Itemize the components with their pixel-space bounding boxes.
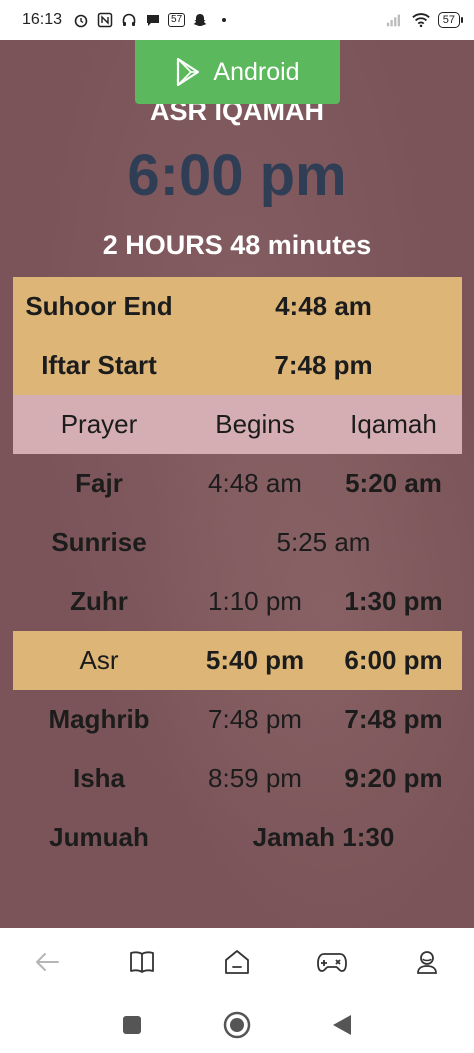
table-row-zuhr: Zuhr 1:10 pm 1:30 pm — [13, 572, 462, 631]
profile-icon — [416, 951, 437, 974]
games-button[interactable] — [308, 938, 356, 986]
prayer-name: Sunrise — [51, 527, 147, 557]
table-row-fajr: Fajr 4:48 am 5:20 am — [13, 454, 462, 513]
wifi-icon — [412, 11, 430, 29]
table-row-jumuah: Jumuah Jamah 1:30 — [13, 808, 462, 867]
chat-icon — [144, 11, 162, 29]
headphones-icon — [120, 11, 138, 29]
table-row-sunrise: Sunrise 5:25 am — [13, 513, 462, 572]
jumuah-time: Jamah 1:30 — [252, 822, 395, 852]
table-row-asr-current: Asr 5:40 pm 6:00 pm — [13, 631, 462, 690]
system-back-button[interactable] — [318, 1001, 366, 1049]
iqamah-time: 1:30 pm — [344, 586, 443, 616]
more-dot-icon — [215, 11, 233, 29]
snapchat-icon — [191, 11, 209, 29]
system-home-button[interactable] — [213, 1001, 261, 1049]
gamepad-icon — [316, 953, 347, 972]
begins-time: 5:40 pm — [205, 645, 305, 675]
header-prayer: Prayer — [60, 409, 138, 439]
prayer-name: Isha — [72, 763, 126, 793]
system-navigation-bar — [0, 996, 474, 1053]
bookmarks-button[interactable] — [118, 938, 166, 986]
prayer-times-table: Suhoor End 4:48 am Iftar Start 7:48 pm P… — [13, 277, 462, 867]
alarm-icon — [72, 11, 90, 29]
play-store-icon — [177, 57, 200, 87]
home-button[interactable] — [213, 938, 261, 986]
header-begins: Begins — [215, 409, 295, 439]
begins-time: 8:59 pm — [208, 763, 302, 793]
home-circle-icon — [223, 1011, 251, 1038]
android-download-button[interactable]: Android — [135, 40, 340, 104]
bottom-navigation-bar — [0, 928, 474, 996]
table-row-maghrib: Maghrib 7:48 pm 7:48 pm — [13, 690, 462, 749]
table-row-isha: Isha 8:59 pm 9:20 pm — [13, 749, 462, 808]
recents-icon — [123, 1015, 142, 1034]
iqamah-time: 6:00 pm — [344, 645, 443, 675]
table-header-row: Prayer Begins Iqamah — [13, 395, 462, 454]
battery-indicator: 57 — [437, 12, 464, 28]
iftar-time: 7:48 pm — [274, 350, 373, 380]
suhoor-row: Suhoor End 4:48 am — [13, 277, 462, 336]
begins-time: 4:48 am — [208, 468, 302, 498]
sunrise-time: 5:25 am — [276, 527, 371, 557]
iqamah-time: 5:20 am — [345, 468, 442, 498]
iftar-row: Iftar Start 7:48 pm — [13, 336, 462, 395]
prayer-name: Asr — [79, 645, 119, 675]
begins-time: 1:10 pm — [208, 586, 302, 616]
iqamah-time: 7:48 pm — [344, 704, 443, 734]
status-time: 16:13 — [22, 11, 63, 28]
home-icon — [225, 950, 249, 974]
book-icon — [130, 951, 155, 973]
prayer-name: Maghrib — [48, 704, 150, 734]
signal-icon — [386, 11, 404, 29]
prayer-name: Jumuah — [49, 822, 149, 852]
prayer-name: Fajr — [75, 468, 123, 498]
back-triangle-icon — [332, 1014, 351, 1035]
status-bar: 16:13 57 57 — [0, 0, 474, 40]
android-button-label: Android — [213, 57, 300, 86]
iftar-label: Iftar Start — [41, 350, 157, 380]
recents-button[interactable] — [108, 1001, 156, 1049]
notification-count-badge: 57 — [168, 13, 186, 27]
suhoor-time: 4:48 am — [275, 291, 372, 321]
next-iqamah-time: 6:00 pm — [127, 143, 347, 208]
back-arrow-icon — [36, 953, 60, 971]
countdown-text: 2 HOURS 48 minutes — [102, 230, 372, 260]
begins-time: 7:48 pm — [208, 704, 302, 734]
prayer-name: Zuhr — [70, 586, 128, 616]
header-iqamah: Iqamah — [350, 409, 437, 439]
profile-button[interactable] — [403, 938, 451, 986]
suhoor-label: Suhoor End — [25, 291, 173, 321]
prayer-times-screen: Android ASR IQAMAH 6:00 pm 2 HOURS 48 mi… — [0, 40, 474, 928]
nfc-icon — [96, 11, 114, 29]
iqamah-time: 9:20 pm — [344, 763, 443, 793]
back-button[interactable] — [23, 938, 71, 986]
